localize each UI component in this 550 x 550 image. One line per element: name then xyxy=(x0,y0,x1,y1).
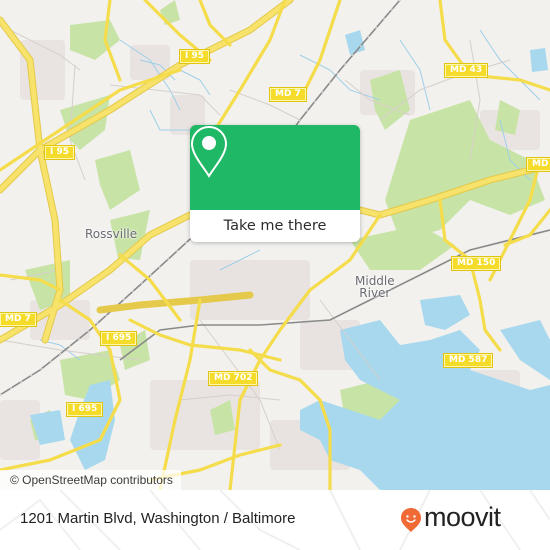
take-me-there-button[interactable]: Take me there xyxy=(190,210,360,242)
route-shield-i95: I 95 xyxy=(178,49,211,64)
route-shield-md7: MD 7 xyxy=(269,87,307,102)
route-shield-i95: I 95 xyxy=(43,145,76,160)
route-shield-md43: MD 43 xyxy=(443,63,489,78)
route-shield-md150: MD 150 xyxy=(450,256,502,271)
route-shield-md7: MD 7 xyxy=(0,312,37,327)
route-shield-md702: MD 702 xyxy=(207,371,259,386)
popup-header xyxy=(190,125,360,210)
moovit-wordmark: moovit xyxy=(424,502,501,532)
route-shield-md: MD xyxy=(525,157,550,172)
address-label: 1201 Martin Blvd, Washington / Baltimore xyxy=(20,510,296,527)
place-label-middle-river: Middle River xyxy=(355,275,395,299)
moovit-logo[interactable]: moovit xyxy=(400,502,540,535)
map-attribution[interactable]: © OpenStreetMap contributors xyxy=(0,470,181,490)
route-shield-i695: I 695 xyxy=(99,331,138,346)
place-label-line: River xyxy=(359,286,391,300)
location-popup: Take me there xyxy=(190,125,360,242)
footer-bar: 1201 Martin Blvd, Washington / Baltimore… xyxy=(0,490,550,550)
map-view[interactable]: I 95 I 95 MD 7 MD 43 MD MD 7 I 695 I 695… xyxy=(0,0,550,490)
route-shield-i695: I 695 xyxy=(65,402,104,417)
moovit-pin-icon xyxy=(401,508,421,532)
place-label-rossville: Rossville xyxy=(85,227,138,241)
route-shield-md587: MD 587 xyxy=(442,353,494,368)
location-pin-icon xyxy=(190,125,228,178)
